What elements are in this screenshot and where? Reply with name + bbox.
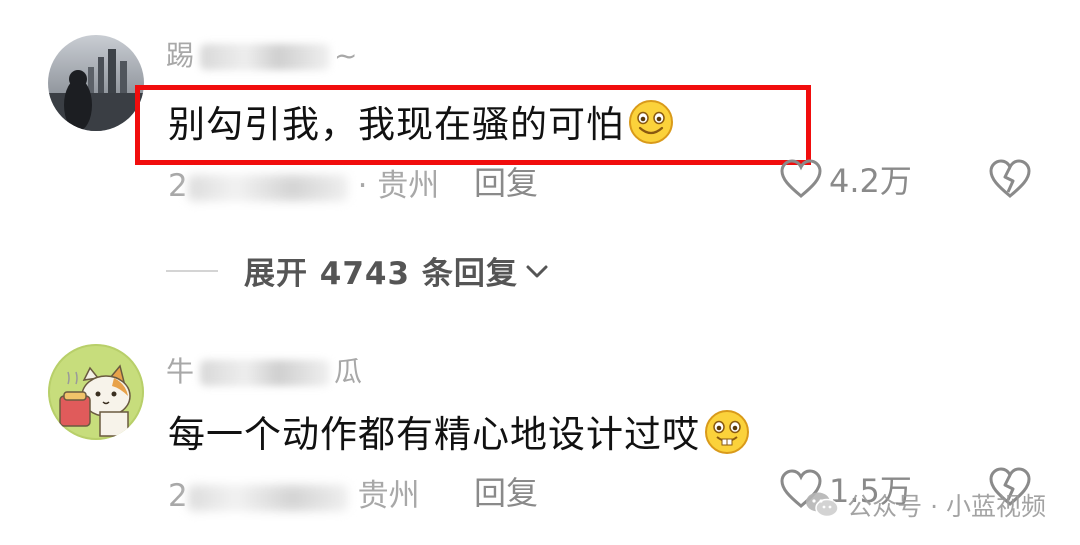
expand-divider-line (166, 269, 218, 272)
reply-button[interactable]: 回复 (474, 158, 538, 204)
comment-body: 每一个动作都有精心地设计过哎 (168, 413, 700, 456)
username[interactable]: 牛瓜 (166, 350, 362, 390)
username-visible-suffix: ~ (334, 39, 358, 72)
expand-replies-button[interactable]: 展开 4743 条回复 (166, 248, 550, 293)
username-visible-part: 踢 (166, 39, 195, 72)
chevron-down-icon (526, 265, 548, 277)
expand-replies-label: 展开 4743 条回复 (244, 256, 518, 292)
date-visible-part: 2 (168, 168, 188, 204)
watermark-text: 公众号 · 小蓝视频 (847, 492, 1046, 521)
date-visible-part: 2 (168, 478, 188, 514)
watermark: 公众号 · 小蓝视频 (805, 487, 1046, 523)
heart-icon (780, 159, 822, 198)
username-visible-part: 牛 (166, 355, 195, 388)
like-button[interactable]: 4.2万 (779, 156, 912, 202)
avatar[interactable] (48, 344, 144, 440)
buck-tooth-face-emoji-icon (705, 410, 749, 454)
date-blurred (187, 174, 348, 201)
reply-button[interactable]: 回复 (474, 468, 538, 514)
avatar[interactable] (48, 35, 144, 131)
avatar-image (48, 35, 144, 131)
comment-meta: 2 贵州 (168, 470, 420, 515)
location: · 贵州 (357, 168, 440, 204)
comment-text: 每一个动作都有精心地设计过哎 (168, 404, 750, 458)
username-blurred (200, 44, 331, 70)
wechat-icon (806, 492, 839, 518)
username[interactable]: 踢 ~ (166, 34, 357, 74)
username-visible-suffix: 瓜 (334, 355, 363, 388)
comment-meta: 2 · 贵州 (168, 160, 439, 205)
cat-avatar-image (48, 344, 144, 440)
location: 贵州 (357, 478, 420, 514)
dislike-broken-heart-icon[interactable] (988, 158, 1032, 200)
username-blurred (200, 360, 331, 386)
highlight-annotation-box (135, 85, 811, 165)
date-blurred (187, 484, 348, 511)
like-count: 4.2万 (829, 162, 912, 200)
